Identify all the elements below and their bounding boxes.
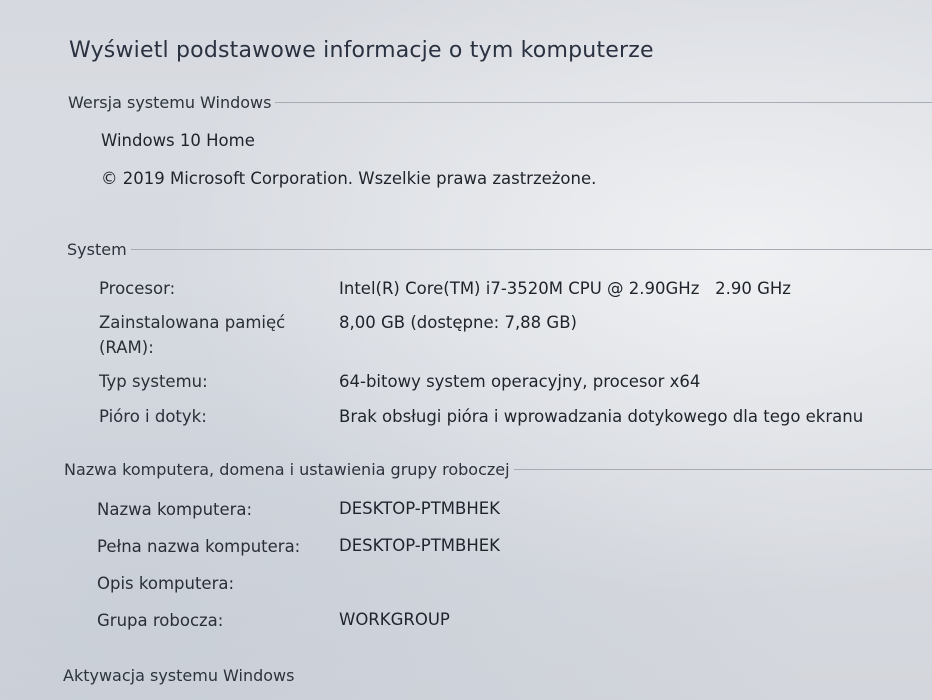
full-computer-name-value: DESKTOP-PTMBHEK bbox=[339, 536, 500, 555]
pen-touch-label: Pióro i dotyk: bbox=[99, 407, 207, 426]
section-divider bbox=[513, 468, 932, 470]
ram-value: 8,00 GB (dostępne: 7,88 GB) bbox=[339, 313, 577, 332]
section-header-computer-name: Nazwa komputera, domena i ustawienia gru… bbox=[64, 459, 510, 479]
section-divider bbox=[130, 248, 932, 250]
system-type-value: 64-bitowy system operacyjny, procesor x6… bbox=[339, 372, 701, 391]
section-header-activation: Aktywacja systemu Windows bbox=[63, 665, 295, 685]
system-type-label: Typ systemu: bbox=[99, 372, 208, 391]
computer-name-label: Nazwa komputera: bbox=[97, 500, 253, 519]
section-computer-name: Nazwa komputera, domena i ustawienia gru… bbox=[0, 457, 932, 481]
section-header-system: System bbox=[67, 239, 127, 259]
section-header-windows-edition: Wersja systemu Windows bbox=[68, 92, 272, 112]
section-system: System bbox=[0, 237, 932, 261]
full-computer-name-label: Pełna nazwa komputera: bbox=[97, 537, 301, 556]
workgroup-label: Grupa robocza: bbox=[97, 611, 224, 630]
section-divider bbox=[275, 101, 932, 103]
computer-name-value: DESKTOP-PTMBHEK bbox=[339, 499, 500, 518]
page-title: Wyświetl podstawowe informacje o tym kom… bbox=[69, 38, 654, 63]
system-info-window: { "page_title": "Wyświetl podstawowe inf… bbox=[0, 0, 932, 700]
pen-touch-value: Brak obsługi pióra i wprowadzania dotyko… bbox=[339, 407, 864, 426]
processor-label: Procesor: bbox=[99, 279, 176, 298]
workgroup-value: WORKGROUP bbox=[339, 610, 450, 629]
section-windows-edition: Wersja systemu Windows bbox=[0, 90, 932, 114]
ram-label-line1: Zainstalowana pamięć bbox=[99, 313, 286, 332]
windows-edition-name: Windows 10 Home bbox=[101, 131, 255, 150]
section-activation: Aktywacja systemu Windows bbox=[0, 663, 932, 687]
windows-copyright: © 2019 Microsoft Corporation. Wszelkie p… bbox=[101, 169, 597, 188]
processor-value: Intel(R) Core(TM) i7-3520M CPU @ 2.90GHz… bbox=[339, 279, 791, 298]
computer-description-label: Opis komputera: bbox=[97, 574, 235, 593]
ram-label-line2: (RAM): bbox=[99, 338, 154, 357]
